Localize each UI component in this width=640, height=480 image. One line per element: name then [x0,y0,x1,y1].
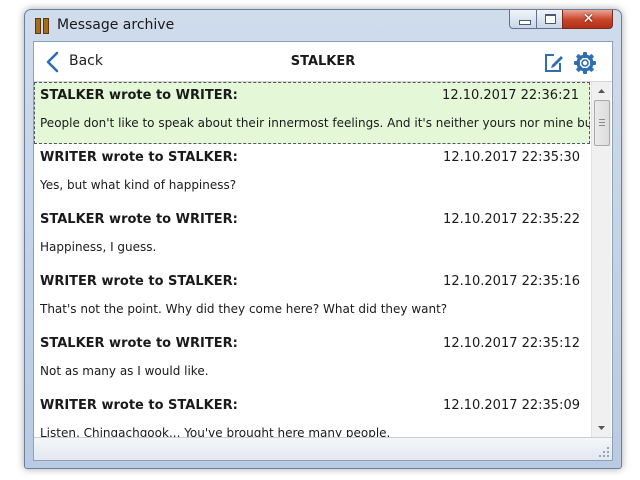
close-icon: ✕ [582,11,595,27]
message-item[interactable]: WRITER wrote to STALKER: 12.10.2017 22:3… [34,144,590,206]
grip-line [599,125,605,126]
minimize-icon [519,20,531,25]
minimize-button[interactable] [509,10,537,29]
maximize-icon [545,14,556,24]
grip-line [599,122,605,123]
message-sender: WRITER wrote to STALKER: [40,150,238,165]
grip-line [599,119,605,120]
message-sender: STALKER wrote to WRITER: [40,336,238,351]
message-sender: WRITER wrote to STALKER: [40,398,238,413]
message-sender: STALKER wrote to WRITER: [40,88,238,103]
message-item[interactable]: WRITER wrote to STALKER: 12.10.2017 22:3… [34,392,590,437]
status-bar [34,437,612,460]
close-button[interactable]: ✕ [562,10,613,29]
arrow-down-icon [598,426,605,430]
vertical-scrollbar[interactable] [591,82,611,437]
message-item[interactable]: STALKER wrote to WRITER: 12.10.2017 22:3… [34,206,590,268]
message-text: People don't like to speak about their i… [40,116,590,130]
title-bar[interactable]: Message archive ✕ [25,10,621,40]
window-controls: ✕ [509,10,613,30]
message-timestamp: 12.10.2017 22:35:22 [443,212,580,227]
message-timestamp: 12.10.2017 22:35:16 [443,274,580,289]
edit-button[interactable] [543,52,565,74]
message-text: Happiness, I guess. [40,240,157,254]
message-timestamp: 12.10.2017 22:36:21 [442,88,579,103]
maximize-button[interactable] [536,10,563,29]
app-window: Message archive ✕ Back STALKER STALKER w… [24,9,622,469]
message-timestamp: 12.10.2017 22:35:09 [443,398,580,413]
message-item[interactable]: WRITER wrote to STALKER: 12.10.2017 22:3… [34,268,590,330]
message-timestamp: 12.10.2017 22:35:30 [443,150,580,165]
message-sender: STALKER wrote to WRITER: [40,212,238,227]
edit-icon [545,54,563,72]
scroll-up-button[interactable] [592,82,611,100]
gear-icon [574,52,596,74]
message-list[interactable]: STALKER wrote to WRITER: 12.10.2017 22:3… [34,82,590,437]
message-text: That's not the point. Why did they come … [40,302,448,316]
message-text: Not as many as I would like. [40,364,209,378]
message-text: Yes, but what kind of happiness? [40,178,237,192]
toolbar: Back STALKER [34,42,612,82]
message-timestamp: 12.10.2017 22:35:12 [443,336,580,351]
message-item[interactable]: STALKER wrote to WRITER: 12.10.2017 22:3… [34,82,590,144]
message-sender: WRITER wrote to STALKER: [40,274,238,289]
message-item[interactable]: STALKER wrote to WRITER: 12.10.2017 22:3… [34,330,590,392]
client-area: Back STALKER STALKER wrote to WRITER: 12… [33,41,613,461]
message-text: Listen, Chingachgook... You've brought h… [40,426,391,437]
app-icon [34,17,50,34]
settings-button[interactable] [573,51,597,75]
scroll-thumb[interactable] [594,100,610,146]
arrow-up-icon [598,89,605,93]
scroll-down-button[interactable] [592,419,611,437]
resize-grip-icon[interactable] [598,446,610,458]
window-title: Message archive [57,17,175,33]
page-title: STALKER [290,54,356,69]
